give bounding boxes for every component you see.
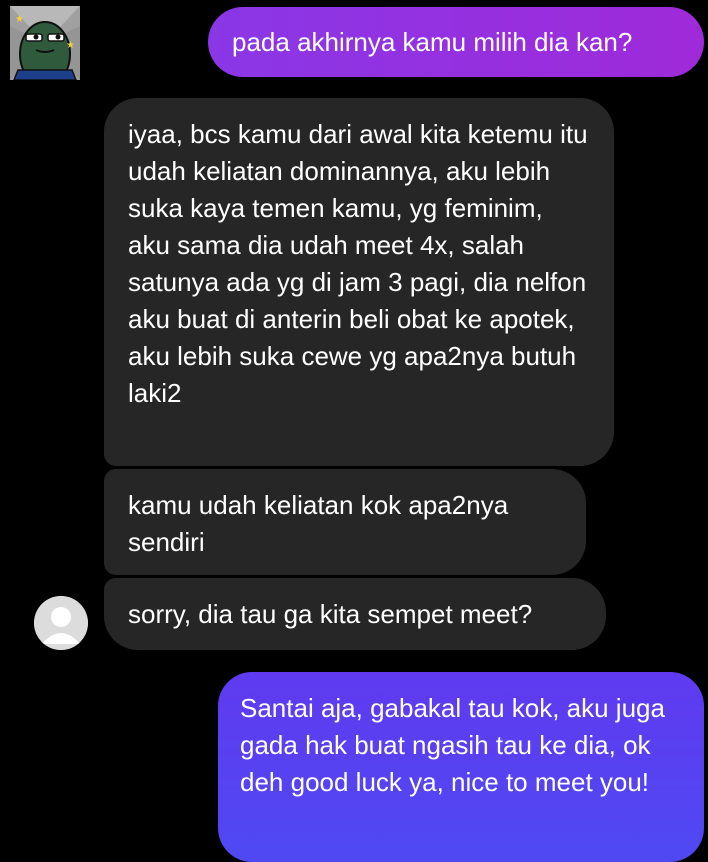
cartoon-avatar-icon: ★ ★	[10, 6, 80, 80]
outgoing-message-bubble[interactable]: pada akhirnya kamu milih dia kan?	[208, 7, 704, 77]
contact-avatar[interactable]	[34, 596, 88, 650]
svg-text:★: ★	[66, 40, 75, 51]
message-text: sorry, dia tau ga kita sempet meet?	[128, 599, 533, 629]
message-text: Santai aja, gabakal tau kok, aku juga ga…	[240, 693, 665, 797]
incoming-message-bubble[interactable]: iyaa, bcs kamu dari awal kita ketemu itu…	[104, 98, 614, 466]
my-profile-avatar-icon[interactable]: ★ ★	[10, 6, 80, 80]
svg-text:★: ★	[15, 14, 24, 25]
outgoing-message-bubble[interactable]: Santai aja, gabakal tau kok, aku juga ga…	[218, 672, 704, 862]
message-text: kamu udah keliatan kok apa2nya sendiri	[128, 490, 509, 557]
incoming-message-bubble[interactable]: kamu udah keliatan kok apa2nya sendiri	[104, 469, 586, 575]
default-user-avatar-icon	[34, 596, 88, 650]
message-text: iyaa, bcs kamu dari awal kita ketemu itu…	[128, 119, 588, 408]
message-text: pada akhirnya kamu milih dia kan?	[232, 27, 633, 57]
incoming-message-bubble[interactable]: sorry, dia tau ga kita sempet meet?	[104, 578, 606, 650]
